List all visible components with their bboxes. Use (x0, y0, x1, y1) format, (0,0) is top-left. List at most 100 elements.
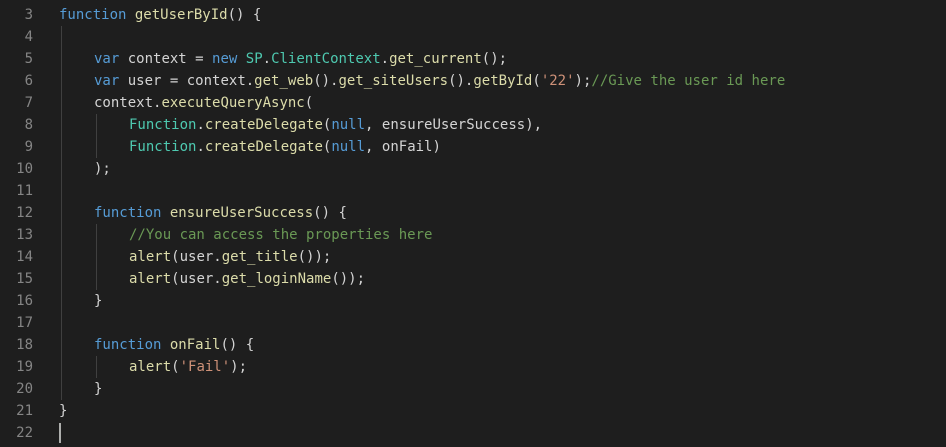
code-text: ); (94, 158, 111, 180)
code-token: ClientContext (271, 51, 381, 67)
line-number: 20 (16, 381, 33, 397)
code-token: get_web (254, 73, 314, 89)
indent-guide (96, 356, 97, 378)
code-text: alert(user.get_loginName()); (129, 268, 365, 290)
line-number: 6 (24, 73, 33, 89)
code-token: alert (129, 249, 172, 265)
line-number: 19 (16, 359, 33, 375)
code-token: . (196, 117, 205, 133)
code-token: () { (220, 337, 255, 353)
code-token: onFail (161, 337, 221, 353)
line-number: 15 (16, 271, 33, 287)
line-number: 10 (16, 161, 33, 177)
code-token: get_current (389, 51, 482, 67)
code-token: function (94, 337, 162, 353)
line-number: 7 (24, 95, 33, 111)
code-token: //You can access the properties here (129, 227, 433, 243)
code-text: alert('Fail'); (129, 356, 247, 378)
code-token: ( (171, 359, 180, 375)
code-text: alert(user.get_title()); (129, 246, 331, 268)
code-line[interactable]: 3 function getUserById() { (0, 4, 946, 26)
line-number: 4 (24, 29, 33, 45)
code-editor[interactable]: 3 function getUserById() {4 5 var context =… (0, 4, 946, 447)
code-line[interactable]: 6 var user = context.get_web().get_siteUs… (0, 70, 946, 92)
line-number: 3 (24, 7, 33, 23)
code-token: (user. (171, 249, 222, 265)
code-token: get_title (221, 249, 298, 265)
code-token: ()); (297, 249, 332, 265)
code-token: get_siteUsers (338, 73, 449, 89)
code-token: () { (227, 7, 262, 23)
code-token: '22' (540, 73, 575, 89)
code-token: alert (129, 271, 172, 287)
line-number: 13 (16, 227, 33, 243)
code-text: } (94, 290, 102, 312)
line-number: 5 (24, 51, 33, 67)
code-token: ); (230, 359, 248, 375)
code-line[interactable]: 15 alert(user.get_loginName()); (0, 268, 946, 290)
code-line[interactable]: 18 function onFail() { (0, 334, 946, 356)
code-token: null (331, 117, 366, 133)
code-token: (user. (171, 271, 222, 287)
code-token: //Give the user id here (591, 73, 786, 89)
code-token: (); (481, 51, 508, 67)
code-text: function getUserById() { (59, 4, 261, 26)
code-line[interactable]: 4 (0, 26, 946, 48)
indent-guide (61, 26, 62, 400)
code-line[interactable]: 8 Function.createDelegate(null, ensureUse… (0, 114, 946, 136)
code-text: var context = new SP.ClientContext.get_c… (94, 48, 507, 70)
code-text: function onFail() { (94, 334, 254, 356)
code-token: , onFail) (365, 139, 441, 155)
indent-guide (96, 224, 97, 290)
code-token: , ensureUserSuccess), (365, 117, 543, 133)
code-line[interactable]: 19 alert('Fail'); (0, 356, 946, 378)
code-text: //You can access the properties here (129, 224, 432, 246)
code-line[interactable]: 20} (0, 378, 946, 400)
code-line[interactable]: 10); (0, 158, 946, 180)
code-token: getById (473, 73, 533, 89)
code-line[interactable]: 16} (0, 290, 946, 312)
code-text: Function.createDelegate(null, onFail) (129, 136, 441, 158)
line-number: 17 (16, 315, 33, 331)
line-number: 9 (24, 139, 33, 155)
code-token: } (59, 403, 68, 419)
code-token: () { (313, 205, 347, 221)
code-token: ()); (331, 271, 366, 287)
code-line[interactable]: 21} (0, 400, 946, 422)
code-line[interactable]: 14 alert(user.get_title()); (0, 246, 946, 268)
code-token: alert (129, 359, 172, 375)
code-token: } (94, 381, 103, 397)
code-token: 'Fail' (179, 359, 231, 375)
code-token: get_loginName (221, 271, 332, 287)
code-token: getUserById (126, 7, 228, 23)
code-text: var user = context.get_web().get_siteUse… (94, 70, 785, 92)
code-line[interactable]: 12 function ensureUserSuccess() { (0, 202, 946, 224)
code-line[interactable]: 5 var context = new SP.ClientContext.get_… (0, 48, 946, 70)
code-token: createDelegate (204, 139, 323, 155)
line-number: 22 (16, 425, 33, 441)
line-number: 8 (24, 117, 33, 133)
line-number: 11 (16, 183, 33, 199)
code-token: context (119, 51, 196, 67)
code-token: (). (448, 73, 474, 89)
code-token: ( (532, 73, 541, 89)
code-line[interactable]: 11 (0, 180, 946, 202)
code-token: . (380, 51, 390, 67)
code-line[interactable]: 13 //You can access the properties here (0, 224, 946, 246)
code-token: ); (94, 161, 111, 177)
code-text: Function.createDelegate(null, ensureUser… (129, 114, 542, 136)
code-line[interactable]: 22 (0, 422, 946, 444)
code-line[interactable]: 7 context.executeQueryAsync( (0, 92, 946, 114)
code-line[interactable]: 9 Function.createDelegate(null, onFail) (0, 136, 946, 158)
code-token: context. (94, 95, 162, 111)
code-token: Function (129, 139, 197, 155)
code-token: } (94, 293, 103, 309)
code-token: ( (304, 95, 314, 111)
line-number: 14 (16, 249, 33, 265)
text-cursor (59, 423, 61, 443)
code-text: context.executeQueryAsync( (94, 92, 313, 114)
code-token: new (212, 51, 238, 67)
code-line[interactable]: 17 (0, 312, 946, 334)
code-token: ); (574, 73, 592, 89)
